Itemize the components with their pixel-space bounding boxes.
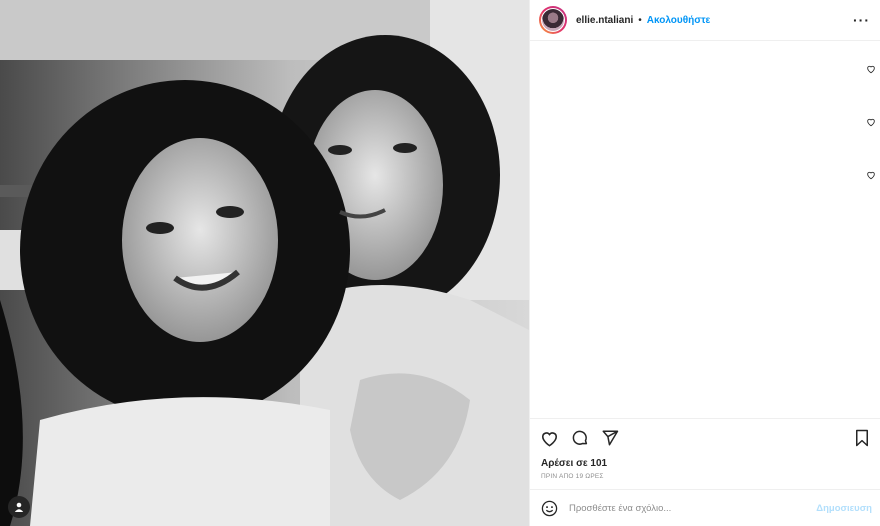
instagram-post: ellie.ntaliani • Ακολουθήστε ··· Αρέσει … xyxy=(0,0,880,526)
more-icon[interactable]: ··· xyxy=(853,12,870,28)
comment-like-heart-icon[interactable] xyxy=(866,170,876,180)
comment-form: Προσθέστε ένα σχόλιο... Δημοσιευση xyxy=(530,489,880,526)
username-link[interactable]: ellie.ntaliani xyxy=(576,15,633,26)
post-header: ellie.ntaliani • Ακολουθήστε ··· xyxy=(530,0,880,41)
comments-area xyxy=(530,41,880,418)
photo-image xyxy=(0,0,529,526)
post-timestamp[interactable]: ΠΡΙΝ ΑΠΟ 19 ΩΡΕΣ xyxy=(530,471,880,487)
post-sidebar: ellie.ntaliani • Ακολουθήστε ··· Αρέσει … xyxy=(529,0,880,526)
avatar[interactable] xyxy=(539,6,567,34)
comment-like-heart-icon[interactable] xyxy=(866,64,876,74)
post-photo[interactable] xyxy=(0,0,529,526)
user-tag-icon[interactable] xyxy=(8,496,30,518)
comment-icon[interactable] xyxy=(571,429,589,447)
paper-plane-icon[interactable] xyxy=(601,429,619,447)
heart-icon[interactable] xyxy=(540,429,559,448)
emoji-icon[interactable] xyxy=(541,500,558,517)
action-bar xyxy=(530,418,880,457)
bookmark-icon[interactable] xyxy=(854,429,870,447)
comment-input[interactable]: Προσθέστε ένα σχόλιο... xyxy=(569,503,816,514)
post-comment-button[interactable]: Δημοσιευση xyxy=(816,503,872,514)
comment-like-heart-icon[interactable] xyxy=(866,117,876,127)
follow-button[interactable]: Ακολουθήστε xyxy=(647,15,711,26)
likes-count[interactable]: Αρέσει σε 101 xyxy=(530,457,880,471)
separator-dot: • xyxy=(638,14,642,26)
